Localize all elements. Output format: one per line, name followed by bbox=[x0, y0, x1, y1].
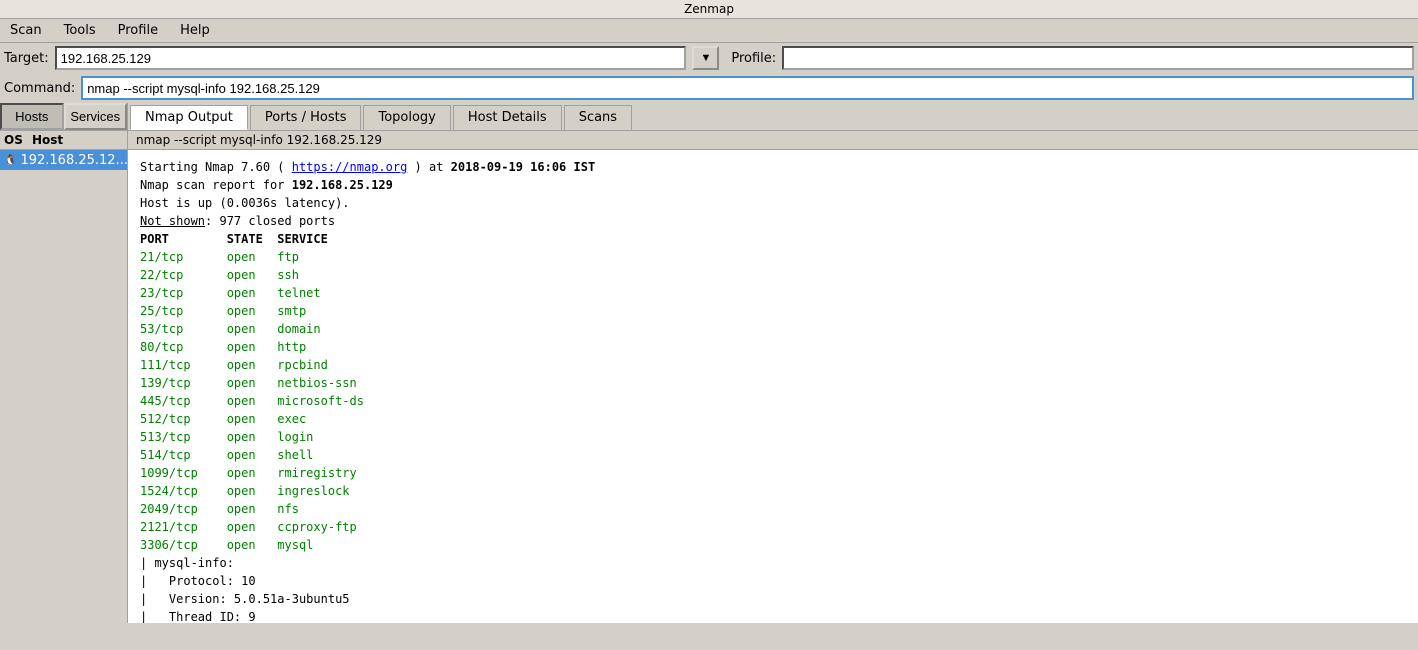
menu-tools[interactable]: Tools bbox=[58, 21, 102, 40]
tab-ports-hosts[interactable]: Ports / Hosts bbox=[250, 105, 362, 130]
menu-bar: Scan Tools Profile Help bbox=[0, 19, 1418, 43]
target-label: Target: bbox=[4, 51, 49, 66]
host-list: 🐧 192.168.25.12... bbox=[0, 150, 127, 623]
app-title: Zenmap bbox=[684, 2, 734, 16]
host-ip: 192.168.25.12... bbox=[20, 153, 127, 168]
dropdown-button[interactable]: ▼ bbox=[692, 46, 719, 70]
col-os-header: OS bbox=[4, 133, 32, 147]
column-headers: OS Host bbox=[0, 131, 127, 150]
services-button[interactable]: Services bbox=[64, 103, 128, 130]
left-panel: Hosts Services OS Host 🐧 192.168.25.12..… bbox=[0, 103, 128, 623]
title-bar: Zenmap bbox=[0, 0, 1418, 19]
menu-profile[interactable]: Profile bbox=[112, 21, 164, 40]
panel-buttons: Hosts Services bbox=[0, 103, 127, 131]
output-area[interactable]: Starting Nmap 7.60 ( https://nmap.org ) … bbox=[128, 150, 1418, 623]
tabs: Nmap Output Ports / Hosts Topology Host … bbox=[128, 103, 1418, 131]
tab-nmap-output[interactable]: Nmap Output bbox=[130, 105, 248, 130]
tab-host-details[interactable]: Host Details bbox=[453, 105, 562, 130]
target-input[interactable] bbox=[55, 46, 687, 70]
target-row: Target: ▼ Profile: bbox=[0, 43, 1418, 73]
col-host-header: Host bbox=[32, 133, 123, 147]
os-icon: 🐧 bbox=[4, 152, 16, 168]
command-row: Command: bbox=[0, 73, 1418, 103]
profile-input[interactable] bbox=[782, 46, 1414, 70]
menu-help[interactable]: Help bbox=[174, 21, 216, 40]
main-area: Hosts Services OS Host 🐧 192.168.25.12..… bbox=[0, 103, 1418, 623]
tab-topology[interactable]: Topology bbox=[363, 105, 450, 130]
host-item[interactable]: 🐧 192.168.25.12... bbox=[0, 150, 127, 170]
cmd-display: nmap --script mysql-info 192.168.25.129 bbox=[128, 131, 1418, 150]
menu-scan[interactable]: Scan bbox=[4, 21, 48, 40]
command-input[interactable] bbox=[81, 76, 1414, 100]
right-panel: Nmap Output Ports / Hosts Topology Host … bbox=[128, 103, 1418, 623]
command-label: Command: bbox=[4, 81, 75, 96]
hosts-button[interactable]: Hosts bbox=[0, 103, 64, 130]
profile-label: Profile: bbox=[731, 51, 776, 66]
tab-scans[interactable]: Scans bbox=[564, 105, 632, 130]
